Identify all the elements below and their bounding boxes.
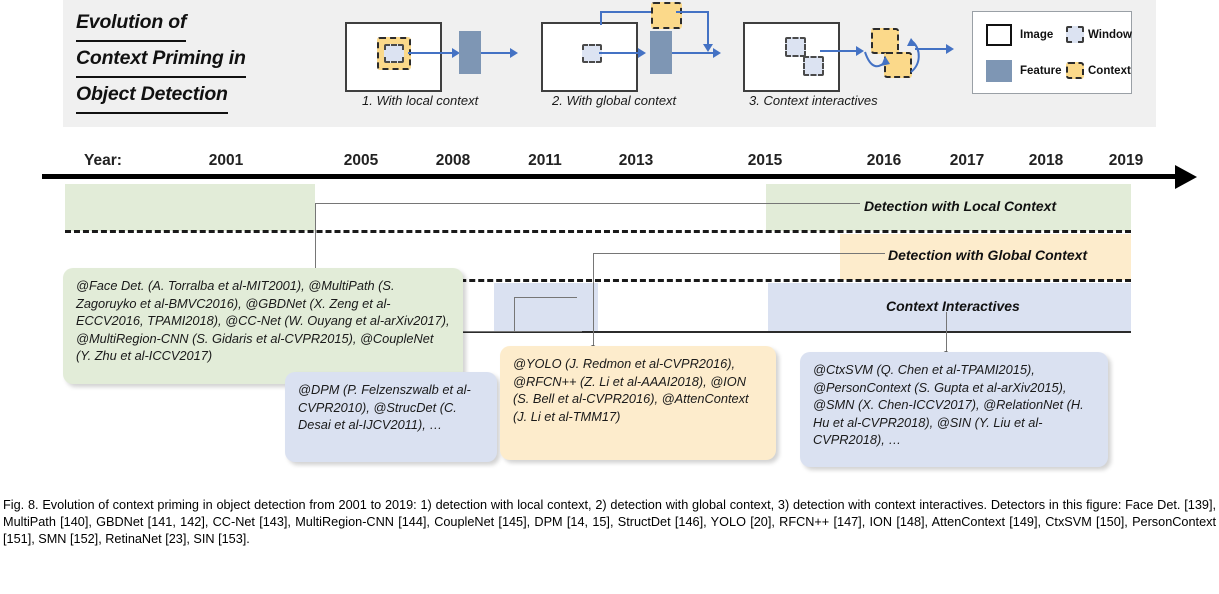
arrow-1a (408, 52, 455, 54)
legend-image-label: Image (1020, 29, 1054, 41)
global-loop-v-left (600, 12, 602, 25)
arrow-2a (599, 52, 641, 54)
leader-global-band-drop (593, 253, 594, 348)
leader-dpm-h (452, 331, 582, 332)
arrow-1b-head (510, 48, 518, 58)
legend-feature-label: Feature (1020, 65, 1062, 77)
figure-container: Evolution of Context Priming in Object D… (0, 0, 1219, 490)
year-tick-2013: 2013 (618, 152, 654, 169)
window-icon-1 (384, 44, 404, 63)
figure-caption: Fig. 8. Evolution of context priming in … (3, 498, 1216, 547)
year-tick-2017: 2017 (949, 152, 985, 169)
callout-context-interactives: @CtxSVM (Q. Chen et al-TPAMI2015), @Pers… (800, 352, 1108, 467)
year-tick-2015: 2015 (747, 152, 783, 169)
window-icon-3b (803, 56, 824, 76)
year-tick-2011: 2011 (528, 152, 562, 169)
panel-3-caption: 3. Context interactives (749, 93, 878, 108)
arrow-3b (915, 48, 950, 50)
arrow-3b-head (946, 44, 954, 54)
band-local-context-left (65, 184, 315, 231)
legend-feature-icon (986, 60, 1012, 82)
feature-icon-1 (459, 31, 481, 74)
year-tick-2005: 2005 (343, 152, 379, 169)
arrow-2a-head (638, 48, 646, 58)
arrow-2b (672, 52, 716, 54)
figure-title: Evolution of Context Priming in Object D… (76, 6, 316, 114)
year-axis-prefix: Year: (84, 152, 122, 169)
panel-1-caption: 1. With local context (362, 93, 479, 108)
callout-global-context: @YOLO (J. Redmon et al-CVPR2016), @RFCN+… (500, 346, 776, 460)
year-tick-2008: 2008 (435, 152, 471, 169)
leader-local-band-drop (315, 203, 316, 273)
panel-2-caption: 2. With global context (552, 93, 677, 108)
legend-window-label: Window (1088, 29, 1132, 41)
band-label-context-interactives: Context Interactives (886, 298, 1020, 314)
legend-window-icon (1066, 26, 1084, 43)
leader-dpm-v (514, 297, 515, 331)
leader-interactives-band-drop (946, 312, 947, 354)
global-loop-h-top (600, 11, 657, 13)
legend-image-icon (986, 24, 1012, 46)
year-tick-2001: 2001 (208, 152, 244, 169)
figure-title-line-1: Evolution of (76, 6, 186, 42)
band-label-global-context: Detection with Global Context (888, 247, 1088, 263)
timeline-axis-arrow-icon (1175, 165, 1197, 189)
figure-title-line-2: Context Priming in (76, 42, 246, 78)
legend-box: Image Window Feature Context (972, 11, 1132, 94)
callout-local-context: @Face Det. (A. Torralba et al-MIT2001), … (63, 268, 463, 384)
year-tick-2016: 2016 (866, 152, 902, 169)
year-tick-2019: 2019 (1108, 152, 1144, 169)
image-box-3 (743, 22, 840, 92)
arrow-2b-head (713, 48, 721, 58)
global-loop-arrow-head (703, 44, 713, 52)
callout-dpm: @DPM (P. Felzenszwalb et al-CVPR2010), @… (285, 372, 497, 462)
feature-icon-2 (650, 31, 672, 74)
leader-global-band (593, 253, 885, 254)
leader-local-band (315, 203, 860, 204)
global-loop-v-right (707, 11, 709, 46)
year-tick-2018: 2018 (1028, 152, 1064, 169)
leader-dpm-h-top (514, 297, 577, 298)
band-divider-1 (65, 230, 1131, 233)
band-context-interactives-left (494, 283, 598, 331)
timeline-axis (42, 174, 1180, 179)
figure-title-line-3: Object Detection (76, 78, 228, 114)
context-icon-2 (651, 2, 682, 29)
legend-context-icon (1066, 62, 1084, 79)
arrow-3a (820, 50, 860, 52)
band-label-local-context: Detection with Local Context (864, 198, 1057, 214)
arrow-1b (481, 52, 513, 54)
legend-context-label: Context (1088, 65, 1131, 77)
context-interaction-arcs-icon (864, 38, 920, 73)
window-icon-3a (785, 37, 806, 57)
global-loop-h-right (676, 11, 709, 13)
